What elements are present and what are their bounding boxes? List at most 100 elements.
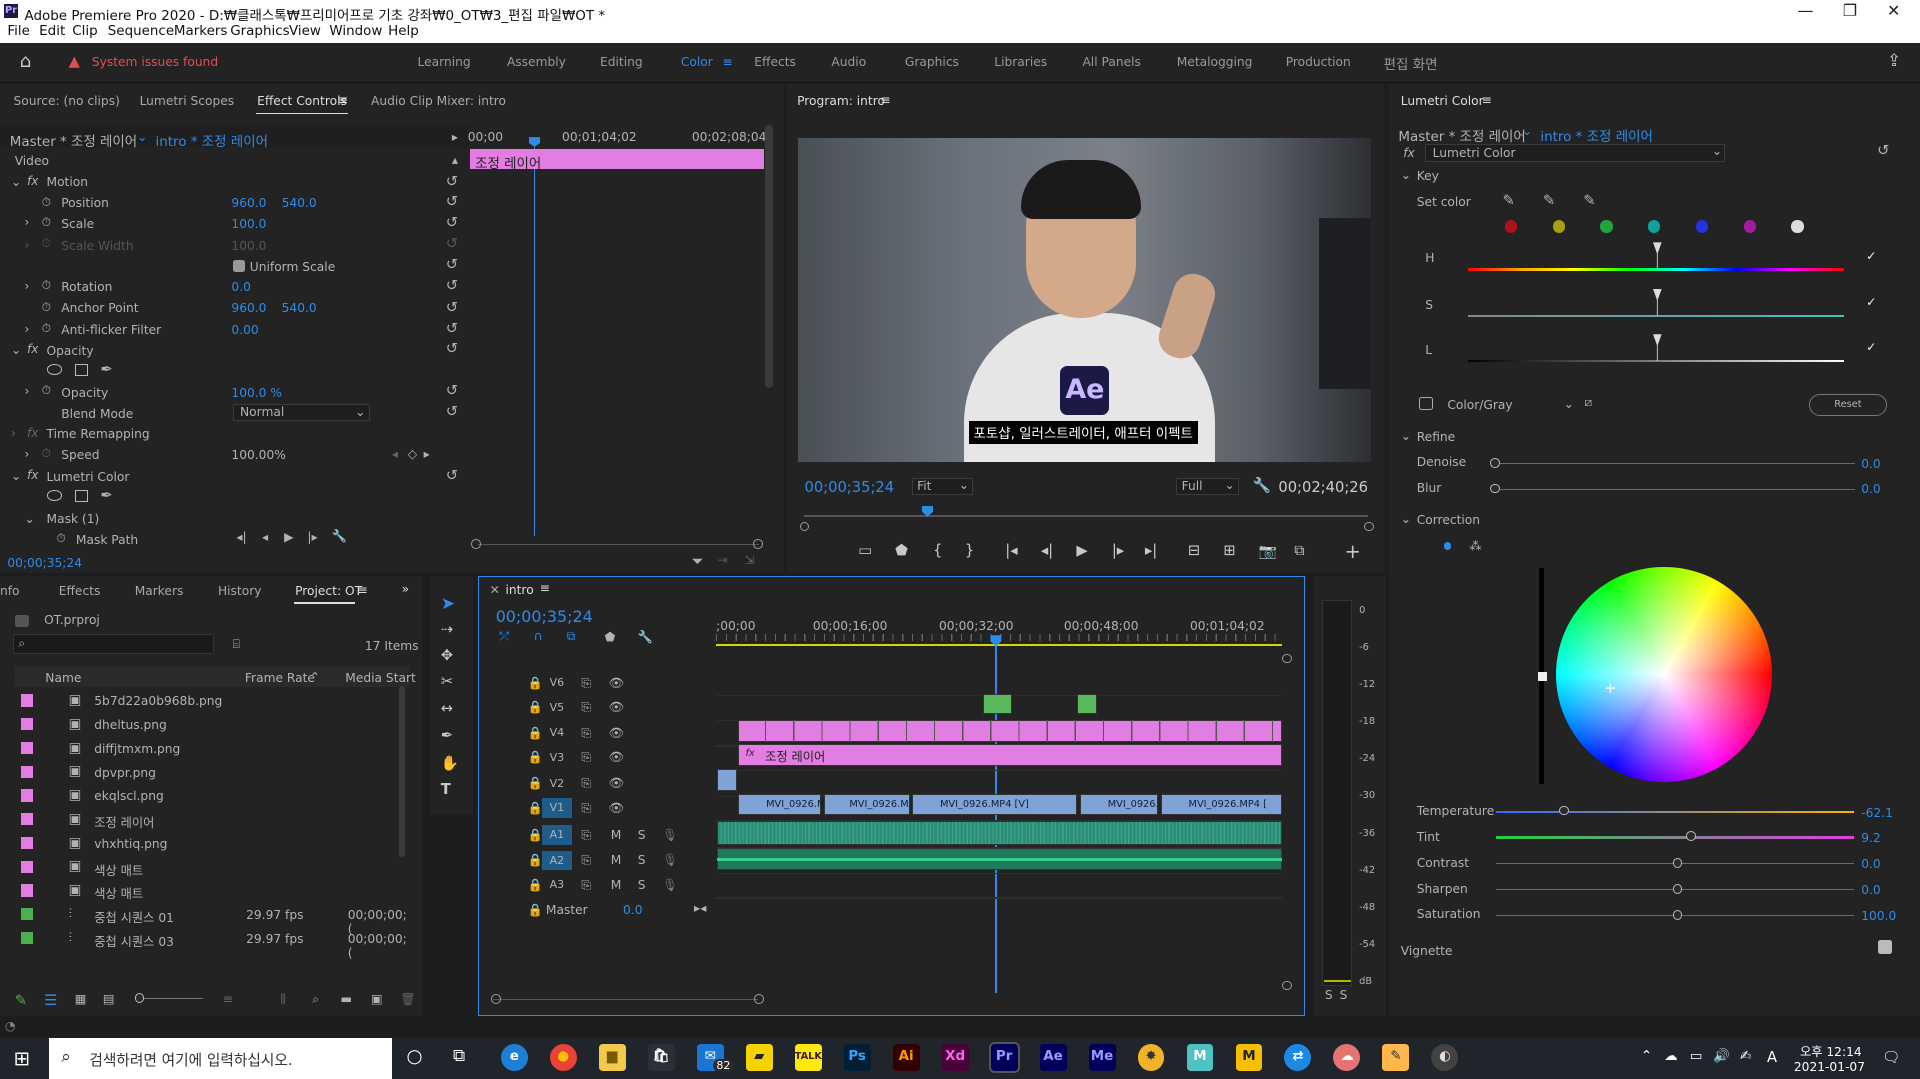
stopwatch-icon[interactable]: ⏱ [42,195,52,210]
contrast-knob[interactable] [1672,858,1683,869]
denoise-slider[interactable] [1495,462,1856,465]
lock-icon[interactable]: 🔒 [528,726,543,740]
lift-icon[interactable]: ⊟ [1188,542,1200,559]
saturation-range-slider[interactable] [1468,314,1845,318]
safe-margins-icon[interactable]: ▭ [858,542,872,559]
nest-icon[interactable]: ⤱ [499,629,509,644]
contrast-value[interactable]: 0.0 [1861,857,1880,871]
home-icon[interactable]: ⌂ [20,51,32,72]
slip-tool-icon[interactable]: ↔ [441,700,453,717]
label-color-swatch[interactable] [20,789,34,802]
clip-v2[interactable] [717,768,737,791]
xd-icon[interactable]: Xd [941,1044,969,1072]
track-target-V2[interactable]: V2 [542,774,571,794]
add-keyframe-icon[interactable]: ◇ [408,447,417,461]
check-icon[interactable]: ✓ [1866,249,1876,263]
hand-tool-icon[interactable]: ✋ [441,754,459,772]
disclosure-icon[interactable]: ⌄ [11,469,21,483]
eye-icon[interactable]: 👁 [608,750,624,764]
tab-audio-clip-mixer[interactable]: Audio Clip Mixer: intro [371,94,506,108]
stopwatch-icon[interactable]: ⏱ [42,321,52,336]
eye-icon[interactable]: 👁 [608,726,624,740]
add-button-icon[interactable]: + [1344,540,1360,563]
tab-project[interactable]: Project: OT [295,584,362,598]
eye-icon[interactable]: 👁 [608,700,624,714]
denoise-value[interactable]: 0.0 [1861,457,1880,471]
panel-menu-icon[interactable]: ≡ [540,581,550,595]
tab-effects[interactable]: Effects [59,584,101,598]
sync-lock-icon[interactable]: ⎘ [581,676,591,691]
solo-button[interactable]: S [638,878,646,892]
play-icon[interactable]: ▶ [284,530,293,544]
stopwatch-icon[interactable]: ⏱ [42,446,52,461]
reset-icon[interactable]: ↺ [446,467,458,484]
lock-icon[interactable]: 🔒 [528,853,543,867]
saturation-handle[interactable] [1653,288,1662,316]
check-icon[interactable]: ✓ [1866,295,1876,309]
fx-icon[interactable]: fx [27,174,39,188]
track-target-V6[interactable]: V6 [542,673,571,693]
reset-icon[interactable]: ↺ [446,340,458,357]
premiere-taskbar-icon[interactable]: Pr [988,1042,1020,1074]
lock-icon[interactable]: 🔒 [528,828,543,842]
label-color-swatch[interactable] [20,884,34,897]
mute-button[interactable]: M [611,828,622,842]
key-color-swatch[interactable] [1552,220,1565,233]
list-item[interactable]: ▣ ekqlscl.png [15,784,397,807]
track-target-V1[interactable]: V1 [542,798,572,818]
sharpen-knob[interactable] [1672,884,1683,894]
go-to-in-icon[interactable]: |◂ [1005,542,1017,559]
zoom-handle-right[interactable] [1364,521,1374,532]
luma-handle[interactable] [1653,334,1662,362]
lock-icon[interactable]: 🔒 [528,801,543,815]
comparison-view-icon[interactable]: ⧉ [1294,542,1305,559]
ec-scrollbar[interactable] [765,124,773,389]
check-icon[interactable]: ✓ [1866,340,1876,354]
track-target-V3[interactable]: V3 [542,748,571,768]
zoom-handle-left[interactable] [471,538,482,549]
ec-playhead[interactable] [528,137,540,147]
reset-icon[interactable]: ↺ [446,320,458,337]
track-target-A2[interactable]: A2 [542,850,572,871]
expand-icon[interactable]: › [11,426,16,440]
eyedropper-subtract-icon[interactable]: ✎ [1583,192,1595,209]
reset-icon[interactable]: ↺ [446,214,458,231]
brush-app-icon[interactable]: ✎ [1382,1044,1410,1072]
hue-handle[interactable] [1653,242,1662,270]
selection-tool-icon[interactable]: ➤ [441,594,455,614]
menu-edit[interactable]: Edit [39,24,65,39]
wrench-icon[interactable]: 🔧 [332,529,347,543]
pen-mask-icon[interactable]: ✒ [100,487,112,504]
expand-icon[interactable]: › [24,447,29,461]
more-panels-icon[interactable]: » [402,582,410,596]
lumetri-title[interactable]: Lumetri Color [1401,94,1484,108]
cortana-icon[interactable]: ○ [407,1046,423,1067]
label-color-swatch[interactable] [20,741,34,754]
panel-menu-icon[interactable]: ≡ [338,93,348,107]
mute-button[interactable]: M [611,878,622,892]
key-color-swatch[interactable] [1504,220,1518,233]
label-color-swatch[interactable] [20,931,34,945]
sync-lock-icon[interactable]: ⎘ [581,750,591,765]
program-timecode[interactable]: 00;00;35;24 [804,479,894,496]
clip-v1-4[interactable]: MVI_0926. [1079,794,1159,816]
ws-metalogging[interactable]: Metalogging [1177,55,1253,69]
disclosure-icon[interactable]: ⌄ [1401,512,1411,526]
disclosure-icon[interactable]: ⌄ [1401,429,1411,443]
panel-menu-icon[interactable]: ≡ [880,93,890,107]
ws-assembly[interactable]: Assembly [507,55,566,69]
track-target-V5[interactable]: V5 [542,698,571,718]
speed-value[interactable]: 100.00% [231,448,285,462]
three-wheel-icon[interactable]: ⁂ [1469,539,1481,553]
ws-edit-screen[interactable]: 편집 화면 [1384,53,1438,73]
vignette-checkbox[interactable] [1878,940,1892,954]
scroll-up-icon[interactable]: ▴ [452,153,458,167]
stopwatch-icon[interactable]: ⏱ [42,278,52,293]
sync-lock-icon[interactable]: ⎘ [581,776,591,791]
col-media-start[interactable]: Media Start [345,671,416,685]
expand-icon[interactable]: › [24,384,29,398]
list-item[interactable]: ▣ 5b7d22a0b968b.png [15,689,397,712]
track-target-A3[interactable]: A3 [542,875,571,895]
network-icon[interactable]: ▭ [1690,1049,1703,1064]
share-icon[interactable]: ⇪ [1887,51,1901,71]
